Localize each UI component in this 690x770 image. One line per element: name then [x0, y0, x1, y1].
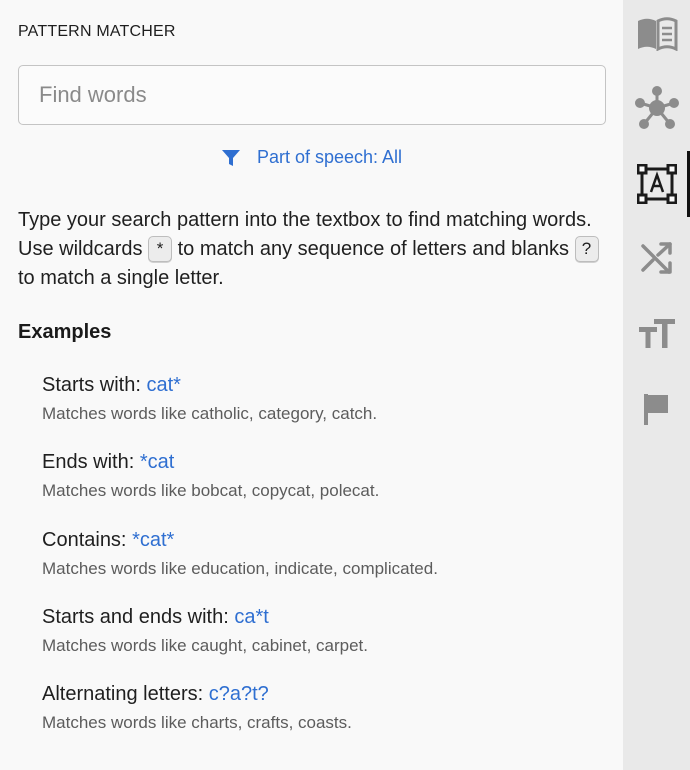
rail-button-dictionary[interactable] — [623, 6, 690, 62]
example-label: Starts with: — [42, 374, 147, 396]
wildcard-key: * — [148, 236, 173, 262]
instructions-part2: to match any sequence of letters and bla… — [172, 238, 575, 260]
example-title: Starts with: cat* — [42, 374, 377, 397]
examples-heading: Examples — [18, 321, 112, 343]
part-of-speech-filter[interactable]: Part of speech: All — [0, 146, 623, 168]
example-pattern[interactable]: *cat — [140, 451, 174, 473]
example-pattern[interactable]: c?a?t? — [209, 683, 269, 705]
instructions-part3: to match a single letter. — [18, 267, 224, 289]
panel-title: PATTERN MATCHER — [18, 23, 176, 40]
example-title: Alternating letters: c?a?t? — [42, 683, 352, 706]
example-pattern[interactable]: *cat* — [132, 529, 174, 551]
example-label: Alternating letters: — [42, 683, 209, 705]
rail-button-report[interactable] — [623, 381, 690, 437]
filter-label: Part of speech: All — [256, 146, 403, 167]
rail-button-shuffle[interactable] — [623, 230, 690, 286]
example-description: Matches words like charts, crafts, coast… — [42, 713, 352, 732]
example-item: Contains: *cat* Matches words like educa… — [42, 529, 438, 579]
example-item: Starts and ends with: ca*t Matches words… — [42, 606, 368, 656]
blank-key: ? — [574, 236, 599, 262]
example-label: Contains: — [42, 529, 133, 551]
rail-button-word-web[interactable] — [623, 80, 690, 136]
filter-icon — [221, 150, 240, 166]
example-item: Ends with: *cat Matches words like bobca… — [42, 451, 379, 501]
rail-button-text-size[interactable] — [623, 305, 690, 361]
pattern-matcher-panel: PATTERN MATCHER Part of speech: All Type… — [0, 0, 623, 770]
example-description: Matches words like bobcat, copycat, pole… — [42, 481, 380, 500]
example-label: Ends with: — [42, 451, 140, 473]
example-pattern[interactable]: ca*t — [234, 606, 268, 628]
example-label: Starts and ends with: — [42, 606, 235, 628]
example-item: Starts with: cat* Matches words like cat… — [42, 374, 377, 424]
example-title: Ends with: *cat — [42, 451, 379, 474]
rail-button-pattern-matcher[interactable] — [623, 151, 690, 217]
instructions-text: Type your search pattern into the textbo… — [18, 206, 608, 293]
example-item: Alternating letters: c?a?t? Matches word… — [42, 683, 352, 733]
example-description: Matches words like caught, cabinet, carp… — [42, 636, 368, 655]
network-icon — [634, 86, 679, 129]
example-pattern[interactable]: cat* — [146, 374, 180, 396]
search-input[interactable] — [18, 65, 606, 125]
example-description: Matches words like education, indicate, … — [42, 559, 438, 578]
pattern-matcher-icon — [636, 164, 677, 204]
text-size-icon — [638, 319, 675, 348]
example-title: Contains: *cat* — [42, 529, 438, 552]
shuffle-icon — [640, 242, 672, 274]
example-description: Matches words like catholic, category, c… — [42, 404, 378, 423]
flag-icon — [643, 394, 668, 425]
example-title: Starts and ends with: ca*t — [42, 606, 368, 629]
tool-rail — [623, 0, 690, 770]
book-icon — [637, 17, 677, 51]
